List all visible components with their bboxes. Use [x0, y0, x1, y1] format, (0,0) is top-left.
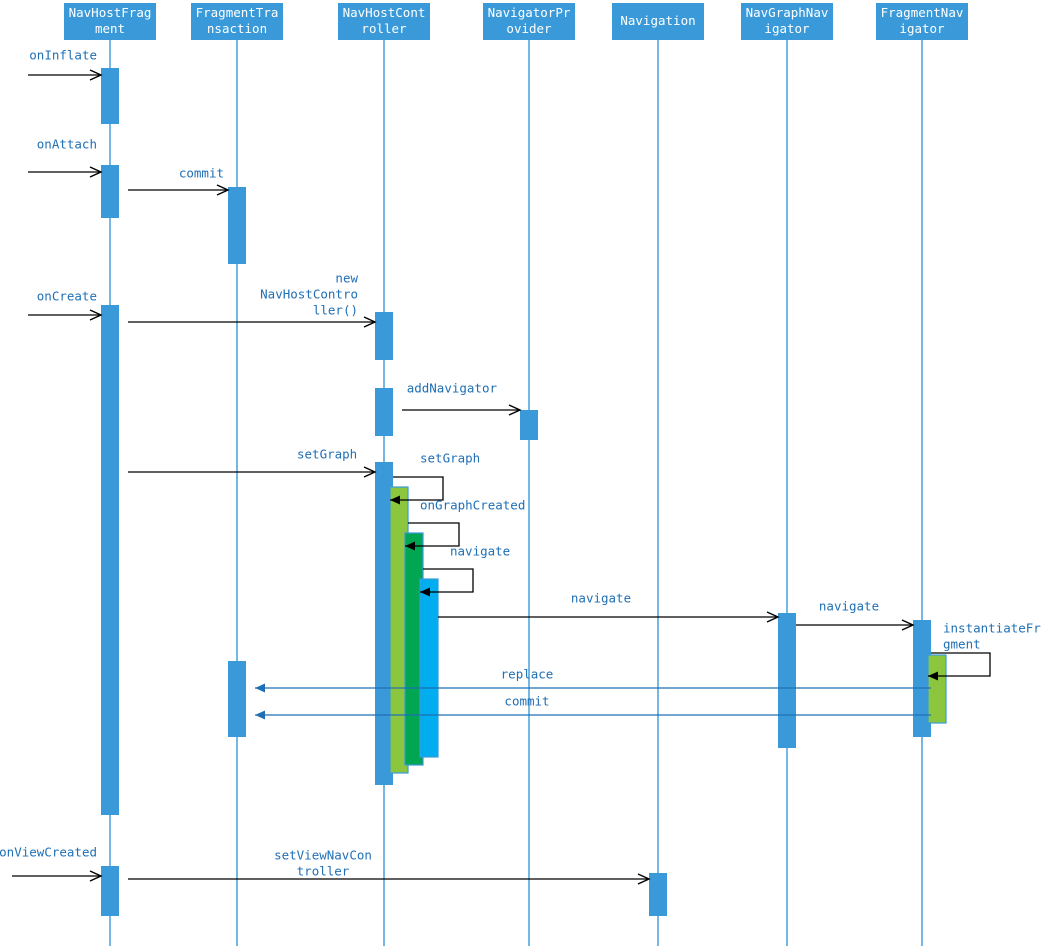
participant-label: NavHostCont [343, 5, 426, 20]
participant-label: roller [361, 21, 407, 36]
messages-group: onInflate onAttach commit onCreate newNavHos… [0, 48, 1041, 885]
participant-label: igator [764, 21, 810, 36]
participant-navigation[interactable]: Navigation [612, 3, 704, 40]
participant-label: NavGraphNav [746, 5, 829, 20]
participant-label: FragmentTra [196, 5, 279, 20]
activation-bar-navhostcontroller [375, 388, 393, 436]
message-msg-new-navhostcontroller[interactable]: newNavHostController() [128, 271, 377, 328]
message-label: gment [943, 637, 981, 652]
participant-navhostfragment[interactable]: NavHostFragment [64, 3, 156, 40]
message-msg-setviewnavcontroller[interactable]: setViewNavController [128, 848, 651, 885]
participant-label: ovider [506, 21, 552, 36]
message-msg-navigate-fn[interactable]: navigate [796, 599, 915, 631]
participant-label: NavHostFrag [69, 5, 152, 20]
participant-label: FragmentNav [881, 5, 964, 20]
participant-fragmenttransaction[interactable]: FragmentTransaction [191, 3, 283, 40]
message-label: onCreate [37, 289, 97, 304]
participant-navigatorprovider[interactable]: NavigatorProvider [483, 3, 575, 40]
message-label: NavHostContro [260, 287, 358, 302]
activation-bar-fragmenttransaction [228, 187, 246, 264]
message-label: navigate [571, 591, 631, 606]
sequence-diagram: NavHostFrag ment FragmentTra nsaction NavHos… [0, 0, 1041, 946]
activation-bars-group [101, 68, 947, 916]
message-label: instantiateFra [943, 621, 1041, 636]
message-msg-onviewcreated[interactable]: onViewCreated [0, 845, 103, 882]
message-label: commit [179, 166, 224, 181]
message-label: onInflate [29, 48, 97, 63]
message-msg-replace[interactable]: replace [255, 667, 931, 693]
message-label: addNavigator [407, 381, 498, 396]
message-msg-addnavigator[interactable]: addNavigator [402, 381, 522, 416]
message-label: setGraph [297, 447, 357, 462]
message-label: ller() [313, 303, 358, 318]
activation-bar-fragmenttransaction [228, 661, 246, 737]
message-label: navigate [819, 599, 879, 614]
activation-bar-navhostfragment [101, 165, 119, 218]
message-label: onViewCreated [0, 845, 97, 860]
activation-bar-navhostfragment [101, 68, 119, 124]
activation-bar-navhostcontroller [419, 578, 439, 758]
message-label: troller [297, 864, 350, 879]
message-label: replace [501, 667, 554, 682]
activation-bar-navhostfragment [101, 305, 119, 815]
message-label: setGraph [420, 451, 480, 466]
message-label: onAttach [37, 137, 97, 152]
message-label: new [335, 271, 358, 286]
message-label: onGraphCreated [420, 498, 525, 513]
activation-bar-navhostcontroller [375, 312, 393, 360]
participant-headers-group: NavHostFragment FragmentTransaction NavHos… [64, 3, 968, 40]
message-msg-navigate-ngn[interactable]: navigate [438, 591, 780, 623]
participant-label: igator [899, 21, 945, 36]
message-msg-commit-1[interactable]: commit [128, 166, 230, 196]
participant-label: NavigatorPr [488, 5, 571, 20]
activation-bar-navgraphnavigator [778, 613, 796, 748]
participant-label: nsaction [207, 21, 267, 36]
participant-label: Navigation [620, 13, 695, 28]
message-msg-onattach[interactable]: onAttach [28, 137, 103, 178]
message-msg-setgraph[interactable]: setGraph [128, 447, 377, 478]
message-label: navigate [450, 544, 510, 559]
activation-bar-navigation [649, 873, 667, 916]
message-msg-oncreate[interactable]: onCreate [28, 289, 103, 321]
participant-fragmentnavigator[interactable]: FragmentNavigator [876, 3, 968, 40]
participant-label: ment [95, 21, 125, 36]
message-msg-oninflate[interactable]: onInflate [28, 48, 103, 81]
message-msg-commit-2[interactable]: commit [255, 694, 931, 720]
participant-navgraphnavigator[interactable]: NavGraphNavigator [741, 3, 833, 40]
activation-bar-fragmentnavigator [927, 654, 947, 724]
activation-bar-navigatorprovider [520, 410, 538, 440]
message-label: setViewNavCon [274, 848, 372, 863]
diagram-canvas: NavHostFragment FragmentTransaction NavHos… [0, 3, 1041, 946]
message-label: commit [504, 694, 549, 709]
lifelines-group [109, 40, 923, 946]
participant-navhostcontroller[interactable]: NavHostController [338, 3, 430, 40]
activation-bar-navhostfragment [101, 866, 119, 916]
